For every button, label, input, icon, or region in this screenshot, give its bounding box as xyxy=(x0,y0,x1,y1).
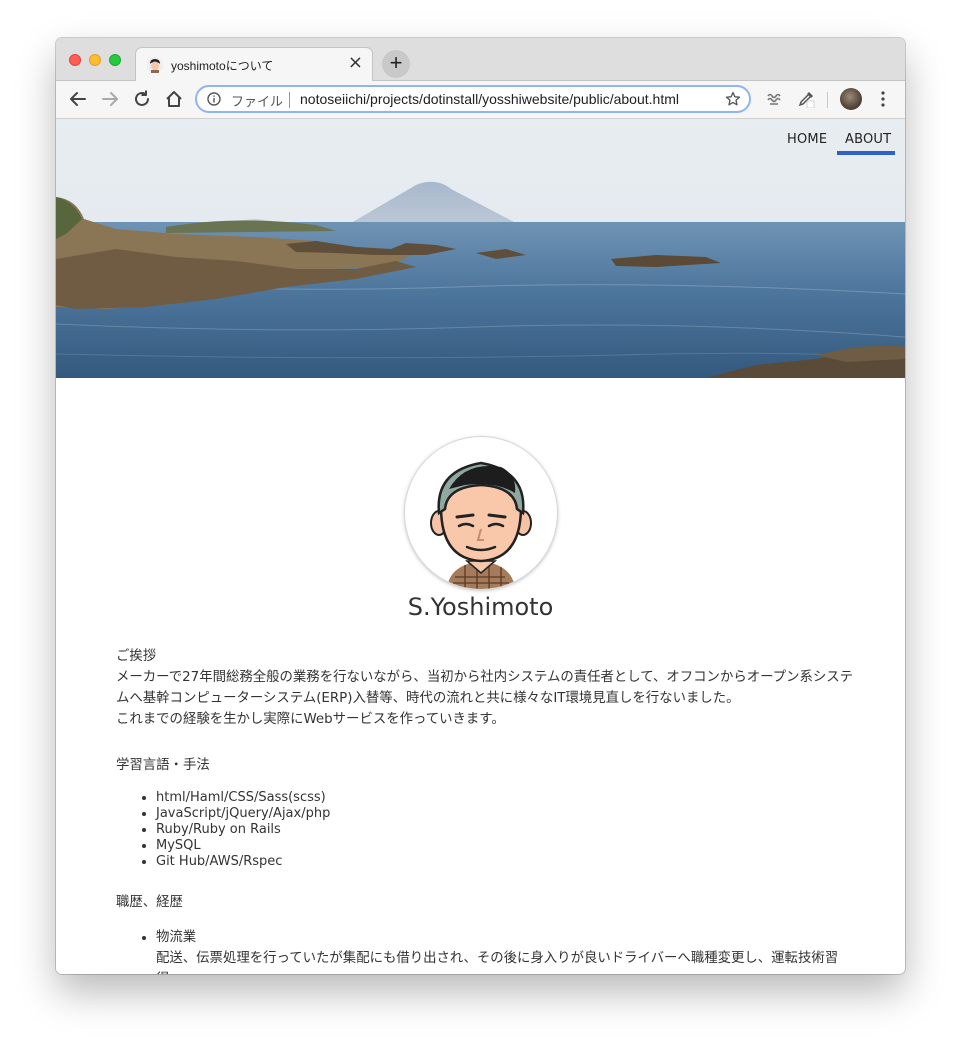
skill-item: Git Hub/AWS/Rspec xyxy=(156,854,856,870)
greeting-line: これまでの経験を生かし実際にWebサービスを作っていきます。 xyxy=(116,712,505,727)
tab-strip: yoshimotoについて × + xyxy=(56,38,905,81)
back-arrow-icon[interactable] xyxy=(67,88,89,110)
browser-window: yoshimotoについて × + ファイル notoseiichi/proje… xyxy=(56,38,905,974)
address-separator xyxy=(289,92,290,108)
new-tab-button[interactable]: + xyxy=(382,50,410,78)
info-icon[interactable] xyxy=(207,92,221,106)
profile-name: S.Yoshimoto xyxy=(407,593,554,621)
reload-icon[interactable] xyxy=(131,88,153,110)
tab-close-icon[interactable]: × xyxy=(348,53,363,73)
hero-sea-photo xyxy=(56,119,905,378)
close-window-button[interactable] xyxy=(69,54,81,66)
greeting-line: メーカーで27年間総務全般の業務を行ないながら、当初から社内システムの責任者とし… xyxy=(116,670,854,706)
skills-list: html/Haml/CSS/Sass(scss) JavaScript/jQue… xyxy=(116,790,856,870)
eyedropper-icon[interactable] xyxy=(797,90,815,108)
avatar-illustration xyxy=(430,461,532,589)
forward-arrow-icon[interactable] xyxy=(99,88,121,110)
skill-item: MySQL xyxy=(156,838,856,854)
nav-about-link[interactable]: ABOUT xyxy=(845,132,891,147)
zoom-window-button[interactable] xyxy=(109,54,121,66)
career-item-title: 物流業 xyxy=(156,930,197,945)
browser-tab[interactable]: yoshimotoについて × xyxy=(135,47,373,81)
skill-item: html/Haml/CSS/Sass(scss) xyxy=(156,790,856,806)
browser-toolbar: ファイル notoseiichi/projects/dotinstall/yos… xyxy=(56,81,905,119)
nav-home-link[interactable]: HOME xyxy=(787,132,827,147)
nav-active-indicator xyxy=(837,151,895,155)
extension-icon[interactable] xyxy=(765,90,783,108)
home-icon[interactable] xyxy=(163,88,185,110)
career-list: 物流業 配送、伝票処理を行っていたが集配にも借り出され、その後に身入りが良いドラ… xyxy=(116,927,856,974)
url-text[interactable]: notoseiichi/projects/dotinstall/yosshiwe… xyxy=(300,91,679,107)
skills-heading: 学習言語・手法 xyxy=(116,758,210,773)
bookmark-star-icon[interactable] xyxy=(725,91,741,107)
skill-item: Ruby/Ruby on Rails xyxy=(156,822,856,838)
favicon-icon xyxy=(147,57,163,73)
tab-title: yoshimotoについて xyxy=(171,59,274,73)
career-item: 物流業 配送、伝票処理を行っていたが集配にも借り出され、その後に身入りが良いドラ… xyxy=(156,927,856,974)
skill-item: JavaScript/jQuery/Ajax/php xyxy=(156,806,856,822)
career-heading: 職歴、経歴 xyxy=(116,895,183,910)
greeting-text: メーカーで27年間総務全般の業務を行ないながら、当初から社内システムの責任者とし… xyxy=(116,667,856,730)
toolbar-divider xyxy=(827,92,828,108)
minimize-window-button[interactable] xyxy=(89,54,101,66)
about-content: ご挨拶 メーカーで27年間総務全般の業務を行ないながら、当初から社内システムの責… xyxy=(116,646,856,974)
greeting-heading: ご挨拶 xyxy=(116,649,157,664)
profile-avatar[interactable] xyxy=(840,88,862,110)
career-item-detail: 配送、伝票処理を行っていたが集配にも借り出され、その後に身入りが良いドライバーへ… xyxy=(156,951,839,974)
address-bar[interactable]: ファイル notoseiichi/projects/dotinstall/yos… xyxy=(195,85,751,113)
profile-avatar-image xyxy=(405,437,557,589)
menu-dots-icon[interactable] xyxy=(880,90,886,108)
page-viewport: HOME ABOUT S.Yoshimoto ご挨拶 メーカーで27年間総務全般… xyxy=(56,119,905,974)
scheme-label: ファイル xyxy=(231,94,284,109)
